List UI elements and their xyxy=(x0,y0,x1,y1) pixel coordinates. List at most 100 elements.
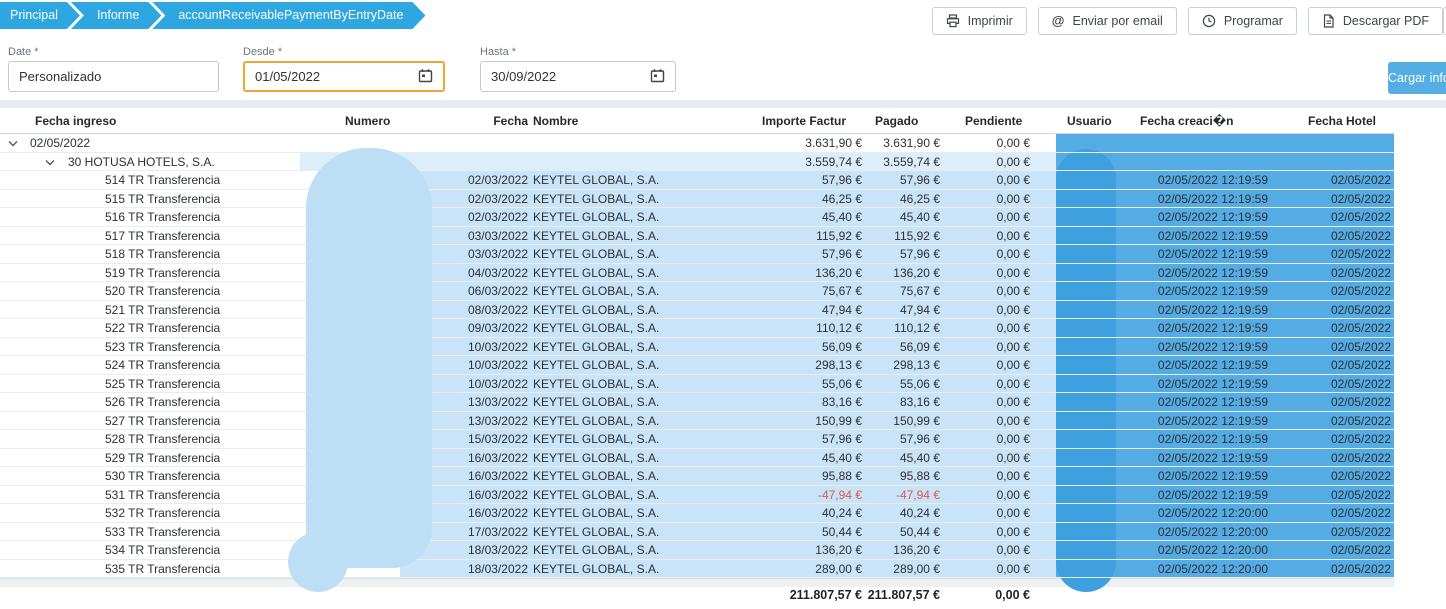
table-row[interactable]: 521 TR Transferencia08/03/2022KEYTEL GLO… xyxy=(0,301,1394,320)
date-type-input[interactable]: Personalizado xyxy=(8,61,219,92)
cell-pendiente: 0,00 € xyxy=(940,524,1030,540)
table-row[interactable]: 518 TR Transferencia03/03/2022KEYTEL GLO… xyxy=(0,245,1394,264)
table-row[interactable]: 516 TR Transferencia02/03/2022KEYTEL GLO… xyxy=(0,208,1394,227)
calendar-icon[interactable] xyxy=(418,68,433,86)
cell-pendiente: 0,00 € xyxy=(940,209,1030,225)
table-row[interactable]: 533 TR Transferencia17/03/2022KEYTEL GLO… xyxy=(0,523,1394,542)
date-type-label: Date * xyxy=(8,46,39,58)
table-row[interactable]: 523 TR Transferencia10/03/2022KEYTEL GLO… xyxy=(0,338,1394,357)
button-label: Programar xyxy=(1224,14,1283,28)
table-row[interactable]: 525 TR Transferencia10/03/2022KEYTEL GLO… xyxy=(0,375,1394,394)
col-nombre[interactable]: Nombre xyxy=(533,114,578,128)
cell-fecha-creacion: 02/05/2022 12:19:59 xyxy=(1130,357,1268,373)
cell-fecha-ingreso: 522 TR Transferencia xyxy=(105,320,220,336)
breadcrumb: PrincipalInformeaccountReceivablePayment… xyxy=(0,2,416,29)
table-row[interactable]: 514 TR Transferencia02/03/2022KEYTEL GLO… xyxy=(0,171,1394,190)
schedule-button[interactable]: Programar xyxy=(1188,7,1297,35)
table-row[interactable]: 524 TR Transferencia10/03/2022KEYTEL GLO… xyxy=(0,356,1394,375)
cell-pagado: 115,92 € xyxy=(845,228,940,244)
cell-nombre: KEYTEL GLOBAL, S.A. xyxy=(533,542,659,558)
col-fecha-ingreso[interactable]: Fecha ingreso xyxy=(35,114,116,128)
col-pendiente[interactable]: Pendiente xyxy=(965,114,1022,128)
cell-fecha-hotel: 02/05/2022 xyxy=(1290,228,1391,244)
cell-nombre: KEYTEL GLOBAL, S.A. xyxy=(533,265,659,281)
cell-fecha-ingreso: 520 TR Transferencia xyxy=(105,283,220,299)
button-label: Descargar PDF xyxy=(1343,14,1429,28)
cell-pagado: 150,99 € xyxy=(845,413,940,429)
table-row[interactable]: 515 TR Transferencia02/03/2022KEYTEL GLO… xyxy=(0,190,1394,209)
cell-pendiente: 0,00 € xyxy=(940,505,1030,521)
table-body: 02/05/20223.631,90 €3.631,90 €0,00 €30 H… xyxy=(0,134,1394,578)
cell-fecha-hotel: 02/05/2022 xyxy=(1290,413,1391,429)
table-row[interactable]: 522 TR Transferencia09/03/2022KEYTEL GLO… xyxy=(0,319,1394,338)
col-pagado[interactable]: Pagado xyxy=(875,114,918,128)
cell-fecha-hotel: 02/05/2022 xyxy=(1290,505,1391,521)
cell-nombre: KEYTEL GLOBAL, S.A. xyxy=(533,394,659,410)
chevron-down-icon[interactable] xyxy=(8,135,18,151)
table-row[interactable]: 519 TR Transferencia04/03/2022KEYTEL GLO… xyxy=(0,264,1394,283)
subgroup-row-client[interactable]: 30 HOTUSA HOTELS, S.A.3.559,74 €3.559,74… xyxy=(0,153,1394,172)
cell-pagado: 45,40 € xyxy=(845,209,940,225)
cell-fecha-hotel: 02/05/2022 xyxy=(1290,357,1391,373)
calendar-icon[interactable] xyxy=(650,68,665,86)
cell-fecha-creacion: 02/05/2022 12:20:00 xyxy=(1130,542,1268,558)
cell-fecha-ingreso: 535 TR Transferencia xyxy=(105,561,220,577)
table-row[interactable]: 531 TR Transferencia16/03/2022KEYTEL GLO… xyxy=(0,486,1394,505)
table-row[interactable]: 530 TR Transferencia16/03/2022KEYTEL GLO… xyxy=(0,467,1394,486)
cell-fecha-creacion: 02/05/2022 12:19:59 xyxy=(1130,376,1268,392)
section-divider xyxy=(0,100,1446,108)
col-fecha[interactable]: Fecha xyxy=(440,114,528,128)
table-row[interactable]: 517 TR Transferencia03/03/2022KEYTEL GLO… xyxy=(0,227,1394,246)
table-row[interactable]: 529 TR Transferencia16/03/2022KEYTEL GLO… xyxy=(0,449,1394,468)
breadcrumb-item-2[interactable]: Informe xyxy=(71,2,161,29)
col-importe-factura[interactable]: Importe Factur xyxy=(762,114,846,128)
print-button[interactable]: Imprimir xyxy=(932,7,1027,35)
date-from-input[interactable]: 01/05/2022 xyxy=(243,61,445,92)
cell-fecha-hotel: 02/05/2022 xyxy=(1290,542,1391,558)
cell-fecha-creacion: 02/05/2022 12:19:59 xyxy=(1130,450,1268,466)
cell-fecha-ingreso: 518 TR Transferencia xyxy=(105,246,220,262)
cell-fecha-ingreso: 519 TR Transferencia xyxy=(105,265,220,281)
cell-pagado: 57,96 € xyxy=(845,431,940,447)
cell-fecha-ingreso: 514 TR Transferencia xyxy=(105,172,220,188)
col-numero[interactable]: Numero xyxy=(345,114,390,128)
cell-fecha-creacion: 02/05/2022 12:19:59 xyxy=(1130,413,1268,429)
cell-fecha-ingreso: 532 TR Transferencia xyxy=(105,505,220,521)
table-row[interactable]: 526 TR Transferencia13/03/2022KEYTEL GLO… xyxy=(0,393,1394,412)
table-row[interactable]: 528 TR Transferencia15/03/2022KEYTEL GLO… xyxy=(0,430,1394,449)
download-pdf-button[interactable]: Descargar PDF xyxy=(1308,7,1443,35)
button-label: Enviar por email xyxy=(1072,14,1162,28)
table-row[interactable]: 535 TR Transferencia18/03/2022KEYTEL GLO… xyxy=(0,560,1394,579)
send-email-button[interactable]: @Enviar por email xyxy=(1038,7,1177,35)
breadcrumb-item-3[interactable]: accountReceivablePaymentByEntryDate xyxy=(152,2,425,29)
cell-pagado: -47,94 € xyxy=(845,487,940,503)
table-row[interactable]: 527 TR Transferencia13/03/2022KEYTEL GLO… xyxy=(0,412,1394,431)
breadcrumb-item-1[interactable]: Principal xyxy=(0,2,80,29)
cell-fecha: 03/03/2022 xyxy=(440,246,528,262)
cell-pagado: 40,24 € xyxy=(845,505,940,521)
col-fecha-creacion[interactable]: Fecha creaci�n xyxy=(1140,114,1233,128)
button-label: Imprimir xyxy=(968,14,1013,28)
group-row-date[interactable]: 02/05/20223.631,90 €3.631,90 €0,00 € xyxy=(0,134,1394,153)
cell-fecha: 15/03/2022 xyxy=(440,431,528,447)
table-row[interactable]: 534 TR Transferencia18/03/2022KEYTEL GLO… xyxy=(0,541,1394,560)
table-row[interactable]: 532 TR Transferencia16/03/2022KEYTEL GLO… xyxy=(0,504,1394,523)
load-report-button[interactable]: Cargar informe xyxy=(1388,62,1446,94)
cell-pagado: 57,96 € xyxy=(845,172,940,188)
chevron-down-icon[interactable] xyxy=(45,154,55,170)
cell-fecha-creacion: 02/05/2022 12:20:00 xyxy=(1130,524,1268,540)
col-usuario[interactable]: Usuario xyxy=(1067,114,1112,128)
date-to-input[interactable]: 30/09/2022 xyxy=(480,61,676,92)
cell-fecha: 02/03/2022 xyxy=(440,209,528,225)
cell-fecha: 16/03/2022 xyxy=(440,487,528,503)
subgroup-label: 30 HOTUSA HOTELS, S.A. xyxy=(68,154,215,170)
cell-pendiente: 0,00 € xyxy=(940,154,1030,170)
cell-pendiente: 0,00 € xyxy=(940,413,1030,429)
col-fecha-hotel[interactable]: Fecha Hotel xyxy=(1308,114,1376,128)
totals-row: 211.807,57 € 211.807,57 € 0,00 € xyxy=(0,588,1394,608)
cell-fecha-ingreso: 524 TR Transferencia xyxy=(105,357,220,373)
cell-fecha: 09/03/2022 xyxy=(440,320,528,336)
table-row[interactable]: 520 TR Transferencia06/03/2022KEYTEL GLO… xyxy=(0,282,1394,301)
cell-fecha: 02/03/2022 xyxy=(440,172,528,188)
cell-fecha-ingreso: 515 TR Transferencia xyxy=(105,191,220,207)
